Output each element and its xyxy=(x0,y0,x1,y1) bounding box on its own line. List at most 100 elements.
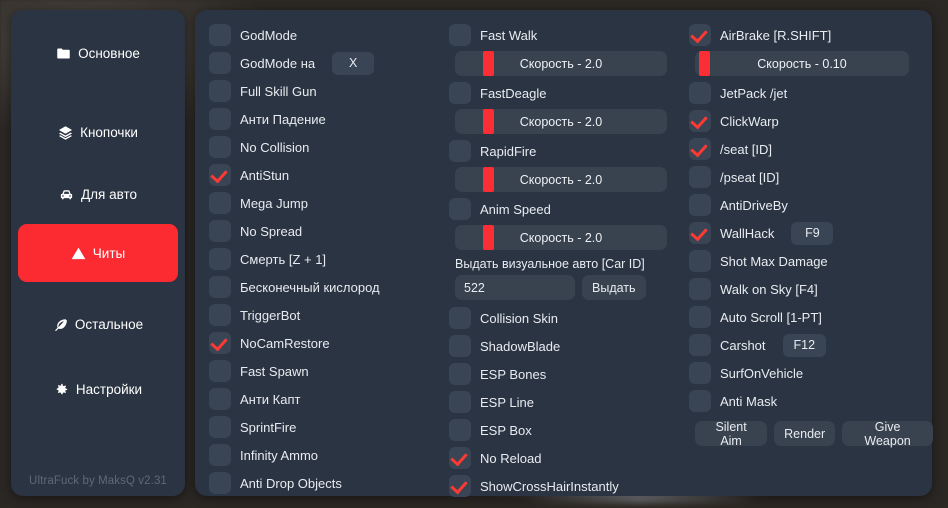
action-button-1[interactable]: Silent Aim xyxy=(695,420,768,448)
checkbox-row[interactable]: ShowCrossHairInstantly xyxy=(449,472,683,500)
checkbox-row[interactable]: TriggerBot xyxy=(209,301,443,329)
checkbox-row[interactable]: Carshot F12 xyxy=(689,331,933,359)
checkbox-empty-icon[interactable] xyxy=(449,363,471,385)
checkbox-empty-icon[interactable] xyxy=(209,24,231,46)
checkbox-empty-icon[interactable] xyxy=(689,362,711,384)
checkbox-row[interactable]: FastDeagle xyxy=(449,79,683,107)
checkbox-empty-icon[interactable] xyxy=(209,248,231,270)
checkbox-row[interactable]: No Reload xyxy=(449,444,683,472)
car-id-input[interactable] xyxy=(455,275,575,300)
checkbox-empty-icon[interactable] xyxy=(209,108,231,130)
slider-handle[interactable] xyxy=(482,167,494,192)
checkbox-empty-icon[interactable] xyxy=(689,250,711,272)
checkbox-row[interactable]: GodMode на X xyxy=(209,49,443,77)
speed-slider[interactable]: Скорость - 2.0 xyxy=(455,109,667,134)
checkbox-empty-icon[interactable] xyxy=(689,306,711,328)
checkbox-row[interactable]: Shot Max Damage xyxy=(689,247,933,275)
checkmark-icon[interactable] xyxy=(689,138,711,160)
checkbox-row[interactable]: Анти Капт xyxy=(209,385,443,413)
checkbox-empty-icon[interactable] xyxy=(449,391,471,413)
checkbox-row[interactable]: RapidFire xyxy=(449,137,683,165)
checkbox-empty-icon[interactable] xyxy=(209,472,231,494)
checkbox-empty-icon[interactable] xyxy=(449,307,471,329)
sidebar-item-1[interactable]: Основное xyxy=(18,24,178,82)
speed-slider[interactable]: Скорость - 2.0 xyxy=(455,167,667,192)
checkmark-icon[interactable] xyxy=(689,222,711,244)
checkmark-icon[interactable] xyxy=(689,110,711,132)
checkbox-row[interactable]: Anti Drop Objects xyxy=(209,469,443,497)
sidebar-item-3[interactable]: Для авто xyxy=(18,165,178,223)
checkbox-empty-icon[interactable] xyxy=(449,140,471,162)
checkbox-row[interactable]: Anim Speed xyxy=(449,195,683,223)
keybind-button[interactable]: X xyxy=(332,51,375,75)
action-button-3[interactable]: Give Weapon xyxy=(842,420,933,448)
checkbox-empty-icon[interactable] xyxy=(209,360,231,382)
checkbox-row[interactable]: Walk on Sky [F4] xyxy=(689,275,933,303)
checkbox-row[interactable]: Бесконечный кислород xyxy=(209,273,443,301)
checkbox-empty-icon[interactable] xyxy=(689,166,711,188)
checkbox-row[interactable]: ShadowBlade xyxy=(449,332,683,360)
checkbox-row[interactable]: Fast Spawn xyxy=(209,357,443,385)
checkbox-row[interactable]: ESP Line xyxy=(449,388,683,416)
checkmark-icon[interactable] xyxy=(209,332,231,354)
checkbox-empty-icon[interactable] xyxy=(449,335,471,357)
checkbox-empty-icon[interactable] xyxy=(689,390,711,412)
speed-slider[interactable]: Скорость - 2.0 xyxy=(455,225,667,250)
checkbox-row[interactable]: Infinity Ammo xyxy=(209,441,443,469)
checkbox-row[interactable]: GodMode xyxy=(209,21,443,49)
checkbox-row[interactable]: ClickWarp xyxy=(689,107,933,135)
checkbox-row[interactable]: AntiStun xyxy=(209,161,443,189)
checkbox-empty-icon[interactable] xyxy=(209,416,231,438)
checkbox-empty-icon[interactable] xyxy=(209,444,231,466)
slider-handle[interactable] xyxy=(482,51,494,76)
checkbox-row[interactable]: Анти Падение xyxy=(209,105,443,133)
checkbox-row[interactable]: /pseat [ID] xyxy=(689,163,933,191)
checkbox-row[interactable]: Смерть [Z + 1] xyxy=(209,245,443,273)
checkbox-row[interactable]: /seat [ID] xyxy=(689,135,933,163)
checkbox-row[interactable]: No Spread xyxy=(209,217,443,245)
checkbox-row[interactable]: NoCamRestore xyxy=(209,329,443,357)
checkbox-empty-icon[interactable] xyxy=(209,52,231,74)
checkbox-row[interactable]: Collision Skin xyxy=(449,304,683,332)
checkmark-icon[interactable] xyxy=(449,447,471,469)
checkbox-row[interactable]: ESP Box xyxy=(449,416,683,444)
checkbox-empty-icon[interactable] xyxy=(689,334,711,356)
action-button-2[interactable]: Render xyxy=(774,421,836,446)
keybind-button[interactable]: F9 xyxy=(791,221,834,245)
give-car-button[interactable]: Выдать xyxy=(582,275,646,300)
checkbox-empty-icon[interactable] xyxy=(209,80,231,102)
keybind-button[interactable]: F12 xyxy=(782,333,827,357)
speed-slider[interactable]: Скорость - 2.0 xyxy=(455,51,667,76)
checkbox-row[interactable]: Fast Walk xyxy=(449,21,683,49)
checkbox-empty-icon[interactable] xyxy=(209,388,231,410)
checkbox-row[interactable]: WallHack F9 xyxy=(689,219,933,247)
slider-handle[interactable] xyxy=(482,225,494,250)
checkbox-row[interactable]: No Collision xyxy=(209,133,443,161)
checkmark-icon[interactable] xyxy=(449,475,471,497)
checkbox-empty-icon[interactable] xyxy=(449,82,471,104)
checkbox-empty-icon[interactable] xyxy=(209,304,231,326)
checkbox-empty-icon[interactable] xyxy=(449,198,471,220)
checkbox-empty-icon[interactable] xyxy=(209,220,231,242)
checkbox-row[interactable]: JetPack /jet xyxy=(689,79,933,107)
speed-slider[interactable]: Скорость - 0.10 xyxy=(695,51,909,76)
sidebar-item-5[interactable]: Остальное xyxy=(18,295,178,353)
checkbox-empty-icon[interactable] xyxy=(689,82,711,104)
checkbox-empty-icon[interactable] xyxy=(449,24,471,46)
checkbox-empty-icon[interactable] xyxy=(689,194,711,216)
sidebar-item-6[interactable]: Настройки xyxy=(18,360,178,418)
checkbox-row[interactable]: SurfOnVehicle xyxy=(689,359,933,387)
slider-handle[interactable] xyxy=(699,51,711,76)
checkbox-row[interactable]: Auto Scroll [1-PT] xyxy=(689,303,933,331)
checkbox-empty-icon[interactable] xyxy=(209,276,231,298)
checkbox-row[interactable]: Mega Jump xyxy=(209,189,443,217)
sidebar-item-2[interactable]: Кнопочки xyxy=(18,103,178,161)
checkbox-row[interactable]: AirBrake [R.SHIFT] xyxy=(689,21,933,49)
slider-handle[interactable] xyxy=(482,109,494,134)
checkbox-row[interactable]: AntiDriveBy xyxy=(689,191,933,219)
checkmark-icon[interactable] xyxy=(689,24,711,46)
checkbox-empty-icon[interactable] xyxy=(689,278,711,300)
sidebar-item-4[interactable]: Читы xyxy=(18,224,178,282)
checkbox-empty-icon[interactable] xyxy=(209,136,231,158)
checkbox-row[interactable]: Full Skill Gun xyxy=(209,77,443,105)
